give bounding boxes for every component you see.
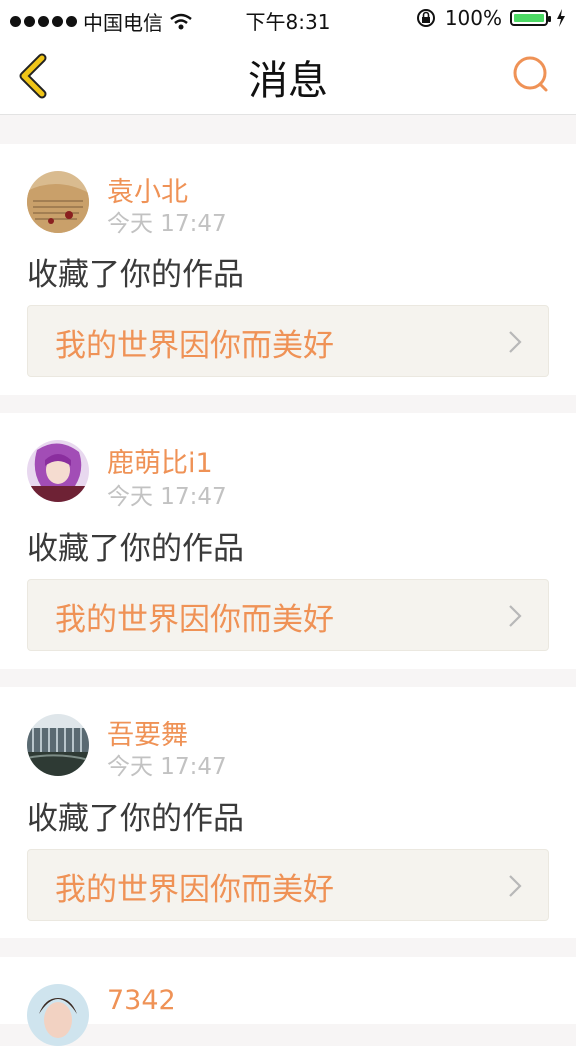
search-button[interactable] xyxy=(510,53,554,97)
battery-icon xyxy=(510,10,551,26)
nav-bar: 消息 xyxy=(0,38,576,115)
avatar-image xyxy=(27,171,89,233)
avatar-image xyxy=(27,440,89,502)
avatar[interactable] xyxy=(27,171,89,233)
timestamp: 今天 17:47 xyxy=(107,754,227,780)
username[interactable]: 鹿萌比i1 xyxy=(107,441,213,480)
action-text: 收藏了你的作品 xyxy=(27,801,244,837)
status-bar: 中国电信 下午8:31 100% xyxy=(0,0,576,38)
work-link[interactable]: 我的世界因你而美好 xyxy=(27,305,549,377)
page-title: 消息 xyxy=(248,58,328,104)
avatar[interactable] xyxy=(27,440,89,502)
action-text: 收藏了你的作品 xyxy=(27,257,244,293)
avatar-image xyxy=(27,714,89,776)
work-title: 我的世界因你而美好 xyxy=(55,328,334,364)
chevron-right-icon xyxy=(509,605,522,627)
search-icon xyxy=(513,56,548,92)
chevron-right-icon xyxy=(509,331,522,353)
work-link[interactable]: 我的世界因你而美好 xyxy=(27,849,549,921)
timestamp: 今天 17:47 xyxy=(107,211,227,237)
avatar[interactable] xyxy=(27,984,89,1046)
battery-percent: 100% xyxy=(444,6,502,30)
timestamp: 今天 17:47 xyxy=(107,484,227,510)
username[interactable]: 7342 xyxy=(107,985,176,1016)
action-text: 收藏了你的作品 xyxy=(27,531,244,567)
work-title: 我的世界因你而美好 xyxy=(55,872,334,908)
avatar[interactable] xyxy=(27,714,89,776)
rotation-lock-icon xyxy=(416,9,435,27)
message-card: 7342 xyxy=(0,957,576,1046)
chevron-right-icon xyxy=(509,875,522,897)
message-card: 吾要舞 今天 17:47 收藏了你的作品 我的世界因你而美好 xyxy=(0,687,576,938)
message-card: 袁小北 今天 17:47 收藏了你的作品 我的世界因你而美好 xyxy=(0,144,576,395)
message-card: 鹿萌比i1 今天 17:47 收藏了你的作品 我的世界因你而美好 xyxy=(0,413,576,669)
work-link[interactable]: 我的世界因你而美好 xyxy=(27,579,549,651)
status-right: 100% xyxy=(415,6,566,30)
charging-bolt-icon xyxy=(557,9,565,27)
avatar-image xyxy=(27,984,89,1046)
work-title: 我的世界因你而美好 xyxy=(55,602,334,638)
